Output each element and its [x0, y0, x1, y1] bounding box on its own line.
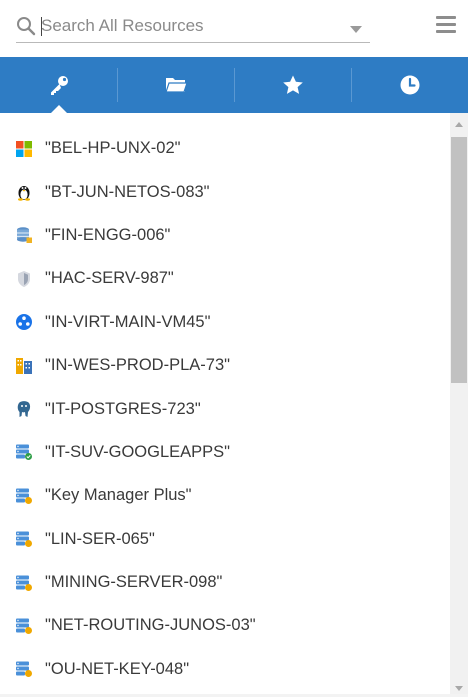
postgresql-icon: [17, 401, 31, 418]
list-item[interactable]: "HAC-SERV-987": [0, 257, 450, 300]
search-input[interactable]: [41, 14, 341, 38]
search-icon: [17, 17, 36, 36]
linux-tux-icon: [18, 186, 30, 201]
tab-bar: [0, 57, 468, 113]
resource-name: "NET-ROUTING-JUNOS-03": [45, 616, 256, 635]
list-item[interactable]: "IT-POSTGRES-723": [0, 387, 450, 430]
resource-list-area: "BEL-HP-UNX-02" "BT-JUN-NETOS-083" "FIN-…: [0, 113, 450, 697]
server-green-icon: [16, 444, 32, 461]
resource-list: "BEL-HP-UNX-02" "BT-JUN-NETOS-083" "FIN-…: [0, 127, 450, 691]
search-box[interactable]: [16, 12, 370, 43]
tab-resources[interactable]: [0, 57, 117, 113]
server-icon: [16, 618, 32, 634]
resource-name: "BEL-HP-UNX-02": [45, 139, 181, 158]
resource-name: "IN-WES-PROD-PLA-73": [45, 356, 230, 375]
tab-folders[interactable]: [117, 57, 234, 113]
text-caret: [41, 17, 42, 36]
list-item[interactable]: "IN-WES-PROD-PLA-73": [0, 344, 450, 387]
server-icon: [16, 531, 32, 548]
virtual-machine-icon: [16, 314, 32, 331]
list-item[interactable]: "BEL-HP-UNX-02": [0, 127, 450, 170]
resource-name: "OU-NET-KEY-048": [45, 659, 190, 678]
resource-name: "FIN-ENGG-006": [45, 225, 171, 244]
server-icon: [16, 488, 32, 504]
resource-name: "HAC-SERV-987": [45, 269, 174, 288]
folder-icon: [164, 78, 188, 93]
resource-name: "BT-JUN-NETOS-083": [45, 182, 210, 201]
scrollbar-thumb[interactable]: [451, 137, 467, 383]
header: [0, 0, 468, 57]
vertical-scrollbar[interactable]: [450, 113, 468, 697]
scroll-down-arrow-icon[interactable]: [455, 686, 463, 691]
star-icon: [282, 75, 303, 94]
tab-favorites[interactable]: [234, 57, 351, 113]
resource-name: "MINING-SERVER-098": [45, 573, 223, 592]
list-item[interactable]: "NET-ROUTING-JUNOS-03": [0, 604, 450, 647]
tab-recent[interactable]: [351, 57, 468, 113]
resource-name: "IN-VIRT-MAIN-VM45": [45, 312, 211, 331]
scroll-up-arrow-icon[interactable]: [455, 122, 463, 127]
shield-device-icon: [18, 270, 30, 287]
resource-name: "LIN-SER-065": [45, 529, 155, 548]
list-item[interactable]: "LIN-SER-065": [0, 518, 450, 561]
list-item[interactable]: "Key Manager Plus": [0, 474, 450, 517]
list-item[interactable]: "BT-JUN-NETOS-083": [0, 170, 450, 213]
list-item[interactable]: "MINING-SERVER-098": [0, 561, 450, 604]
database-server-icon: [17, 227, 32, 244]
hamburger-menu-icon[interactable]: [436, 16, 456, 34]
resource-name: "IT-SUV-GOOGLEAPPS": [45, 442, 231, 461]
server-icon: [16, 661, 32, 678]
server-icon: [16, 575, 32, 591]
clock-icon: [400, 75, 419, 95]
list-item[interactable]: "OU-NET-KEY-048": [0, 648, 450, 691]
search-dropdown-icon[interactable]: [350, 26, 362, 33]
building-icon: [16, 357, 32, 374]
windows-icon: [16, 140, 32, 157]
list-item[interactable]: "IT-SUV-GOOGLEAPPS": [0, 431, 450, 474]
resource-name: "IT-POSTGRES-723": [45, 399, 201, 418]
list-item[interactable]: "IN-VIRT-MAIN-VM45": [0, 301, 450, 344]
list-item[interactable]: "FIN-ENGG-006": [0, 214, 450, 257]
resource-name: "Key Manager Plus": [45, 486, 192, 505]
key-icon: [50, 76, 68, 95]
